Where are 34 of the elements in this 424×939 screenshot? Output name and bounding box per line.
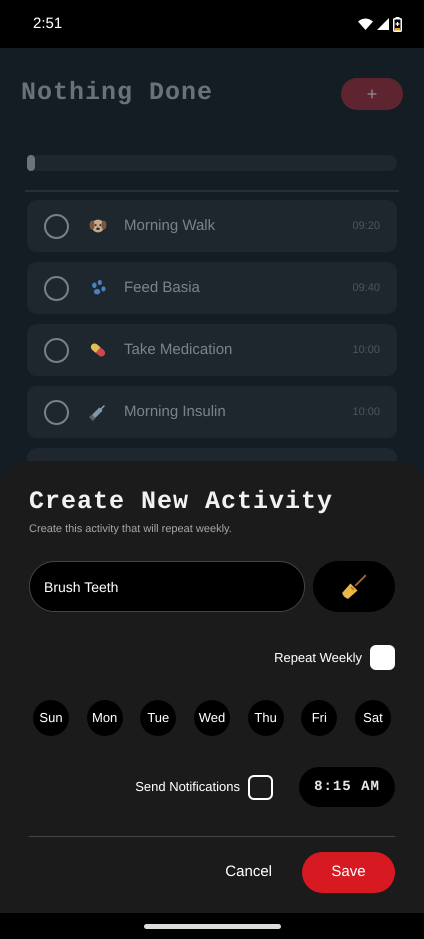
- task-name: Feed Basia: [124, 278, 201, 298]
- task-checkbox[interactable]: [44, 400, 69, 424]
- task-checkbox[interactable]: [44, 276, 69, 300]
- task-name: Take Medication: [124, 340, 234, 360]
- notifications-checkbox[interactable]: [248, 774, 273, 800]
- sheet-title: Create New Activity: [29, 486, 334, 518]
- day-button[interactable]: Sun: [33, 700, 69, 736]
- day-button[interactable]: Wed: [194, 700, 230, 736]
- wifi-icon: [358, 18, 373, 30]
- task-name: Morning Walk: [124, 216, 216, 236]
- battery-icon: [393, 16, 402, 32]
- day-button[interactable]: Tue: [140, 700, 176, 736]
- signal-icon: [377, 18, 389, 30]
- app-title: Nothing Done: [21, 77, 214, 109]
- save-button[interactable]: Save: [302, 852, 395, 893]
- day-button[interactable]: Thu: [248, 700, 284, 736]
- task-checkbox[interactable]: [44, 214, 69, 238]
- day-button[interactable]: Sat: [354, 700, 391, 736]
- home-indicator[interactable]: [144, 924, 280, 928]
- name-field[interactable]: Brush Teeth: [29, 561, 305, 612]
- broom-icon: [341, 574, 367, 600]
- task-checkbox[interactable]: [44, 338, 69, 362]
- day-button[interactable]: Mon: [86, 700, 123, 736]
- icon-picker-button[interactable]: [313, 561, 395, 612]
- add-button[interactable]: +: [341, 78, 403, 110]
- sheet-subtitle: Create this activity that will repeat weekly.: [29, 522, 233, 536]
- cancel-button[interactable]: Cancel: [219, 860, 278, 885]
- clock-time: 2:51: [33, 14, 62, 34]
- repeat-checkbox[interactable]: [370, 645, 395, 670]
- task-name: Morning Insulin: [124, 402, 227, 422]
- repeat-label: Repeat Weekly: [274, 648, 362, 667]
- notifications-label: Send Notifications: [135, 778, 240, 796]
- time-button[interactable]: 8:15 AM: [299, 767, 395, 807]
- day-button[interactable]: Fri: [301, 700, 338, 736]
